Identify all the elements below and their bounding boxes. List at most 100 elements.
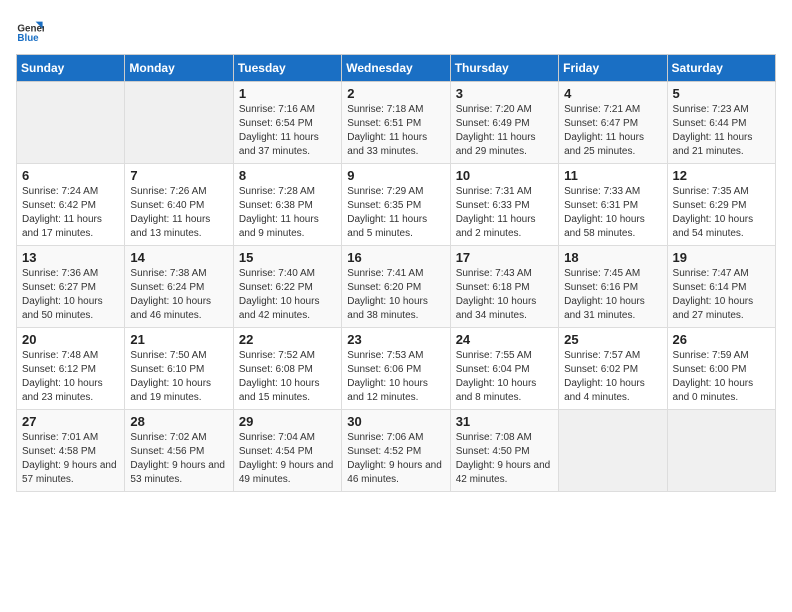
- day-cell: 25 Sunrise: 7:57 AM Sunset: 6:02 PM Dayli…: [559, 328, 667, 410]
- day-cell: 11 Sunrise: 7:33 AM Sunset: 6:31 PM Dayli…: [559, 164, 667, 246]
- day-cell: 22Sunrise: 7:52 AM Sunset: 6:08 PM Dayli…: [233, 328, 341, 410]
- day-number: 11: [564, 168, 661, 183]
- day-number: 18: [564, 250, 661, 265]
- day-number: 17: [456, 250, 553, 265]
- day-number: 8: [239, 168, 336, 183]
- header-cell-friday: Friday: [559, 55, 667, 82]
- day-info: Sunrise: 7:45 AM Sunset: 6:16 PM Dayligh…: [564, 267, 661, 323]
- day-number: 14: [130, 250, 227, 265]
- day-info: Sunrise: 7:06 AM Sunset: 4:52 PM Dayligh…: [347, 431, 444, 487]
- day-cell: 4 Sunrise: 7:21 AM Sunset: 6:47 PM Daylig…: [559, 82, 667, 164]
- header-cell-wednesday: Wednesday: [342, 55, 450, 82]
- day-info: Sunrise: 7:50 AM Sunset: 6:10 PM Dayligh…: [130, 349, 227, 405]
- day-info: Sunrise: 7:36 AM Sunset: 6:27 PM Dayligh…: [22, 267, 119, 323]
- day-cell: 26Sunrise: 7:59 AM Sunset: 6:00 PM Dayli…: [667, 328, 775, 410]
- day-cell: 7 Sunrise: 7:26 AM Sunset: 6:40 PM Daylig…: [125, 164, 233, 246]
- day-number: 9: [347, 168, 444, 183]
- day-number: 4: [564, 86, 661, 101]
- day-cell: 14 Sunrise: 7:38 AM Sunset: 6:24 PM Dayli…: [125, 246, 233, 328]
- day-number: 15: [239, 250, 336, 265]
- day-cell: 13 Sunrise: 7:36 AM Sunset: 6:27 PM Dayli…: [17, 246, 125, 328]
- day-number: 24: [456, 332, 553, 347]
- day-info: Sunrise: 7:18 AM Sunset: 6:51 PM Dayligh…: [347, 103, 444, 159]
- day-number: 31: [456, 414, 553, 429]
- day-info: Sunrise: 7:35 AM Sunset: 6:29 PM Dayligh…: [673, 185, 770, 241]
- week-row-1: 1 Sunrise: 7:16 AM Sunset: 6:54 PM Daylig…: [17, 82, 776, 164]
- day-cell: 3 Sunrise: 7:20 AM Sunset: 6:49 PM Daylig…: [450, 82, 558, 164]
- day-cell: 20 Sunrise: 7:48 AM Sunset: 6:12 PM Dayli…: [17, 328, 125, 410]
- week-row-5: 27Sunrise: 7:01 AM Sunset: 4:58 PM Dayli…: [17, 410, 776, 492]
- header-cell-thursday: Thursday: [450, 55, 558, 82]
- day-info: Sunrise: 7:33 AM Sunset: 6:31 PM Dayligh…: [564, 185, 661, 241]
- day-number: 26: [673, 332, 770, 347]
- day-number: 12: [673, 168, 770, 183]
- day-info: Sunrise: 7:08 AM Sunset: 4:50 PM Dayligh…: [456, 431, 553, 487]
- day-number: 29: [239, 414, 336, 429]
- day-cell: 21 Sunrise: 7:50 AM Sunset: 6:10 PM Dayli…: [125, 328, 233, 410]
- logo-icon: General Blue: [16, 16, 44, 44]
- day-number: 6: [22, 168, 119, 183]
- svg-text:Blue: Blue: [17, 33, 39, 44]
- day-cell: 16 Sunrise: 7:41 AM Sunset: 6:20 PM Dayli…: [342, 246, 450, 328]
- day-cell: [559, 410, 667, 492]
- day-cell: 1 Sunrise: 7:16 AM Sunset: 6:54 PM Daylig…: [233, 82, 341, 164]
- header-cell-tuesday: Tuesday: [233, 55, 341, 82]
- day-cell: 10 Sunrise: 7:31 AM Sunset: 6:33 PM Dayli…: [450, 164, 558, 246]
- day-info: Sunrise: 7:20 AM Sunset: 6:49 PM Dayligh…: [456, 103, 553, 159]
- day-number: 1: [239, 86, 336, 101]
- day-info: Sunrise: 7:29 AM Sunset: 6:35 PM Dayligh…: [347, 185, 444, 241]
- day-cell: 12 Sunrise: 7:35 AM Sunset: 6:29 PM Dayli…: [667, 164, 775, 246]
- day-cell: 24Sunrise: 7:55 AM Sunset: 6:04 PM Dayli…: [450, 328, 558, 410]
- day-info: Sunrise: 7:41 AM Sunset: 6:20 PM Dayligh…: [347, 267, 444, 323]
- day-cell: 17 Sunrise: 7:43 AM Sunset: 6:18 PM Dayli…: [450, 246, 558, 328]
- day-cell: 28Sunrise: 7:02 AM Sunset: 4:56 PM Dayli…: [125, 410, 233, 492]
- day-info: Sunrise: 7:04 AM Sunset: 4:54 PM Dayligh…: [239, 431, 336, 487]
- day-info: Sunrise: 7:53 AM Sunset: 6:06 PM Dayligh…: [347, 349, 444, 405]
- day-cell: 27Sunrise: 7:01 AM Sunset: 4:58 PM Dayli…: [17, 410, 125, 492]
- week-row-4: 20 Sunrise: 7:48 AM Sunset: 6:12 PM Dayli…: [17, 328, 776, 410]
- day-cell: 30 Sunrise: 7:06 AM Sunset: 4:52 PM Dayli…: [342, 410, 450, 492]
- day-number: 3: [456, 86, 553, 101]
- day-cell: 5Sunrise: 7:23 AM Sunset: 6:44 PM Daylig…: [667, 82, 775, 164]
- day-cell: 23 Sunrise: 7:53 AM Sunset: 6:06 PM Dayli…: [342, 328, 450, 410]
- day-info: Sunrise: 7:02 AM Sunset: 4:56 PM Dayligh…: [130, 431, 227, 487]
- header-cell-saturday: Saturday: [667, 55, 775, 82]
- day-number: 22: [239, 332, 336, 347]
- day-number: 19: [673, 250, 770, 265]
- day-number: 21: [130, 332, 227, 347]
- day-info: Sunrise: 7:57 AM Sunset: 6:02 PM Dayligh…: [564, 349, 661, 405]
- day-info: Sunrise: 7:48 AM Sunset: 6:12 PM Dayligh…: [22, 349, 119, 405]
- calendar-table: SundayMondayTuesdayWednesdayThursdayFrid…: [16, 54, 776, 492]
- day-info: Sunrise: 7:23 AM Sunset: 6:44 PM Dayligh…: [673, 103, 770, 159]
- week-row-3: 13 Sunrise: 7:36 AM Sunset: 6:27 PM Dayli…: [17, 246, 776, 328]
- day-number: 23: [347, 332, 444, 347]
- day-info: Sunrise: 7:16 AM Sunset: 6:54 PM Dayligh…: [239, 103, 336, 159]
- day-number: 10: [456, 168, 553, 183]
- day-number: 2: [347, 86, 444, 101]
- day-info: Sunrise: 7:38 AM Sunset: 6:24 PM Dayligh…: [130, 267, 227, 323]
- day-info: Sunrise: 7:26 AM Sunset: 6:40 PM Dayligh…: [130, 185, 227, 241]
- day-info: Sunrise: 7:31 AM Sunset: 6:33 PM Dayligh…: [456, 185, 553, 241]
- day-cell: 8Sunrise: 7:28 AM Sunset: 6:38 PM Daylig…: [233, 164, 341, 246]
- week-row-2: 6 Sunrise: 7:24 AM Sunset: 6:42 PM Daylig…: [17, 164, 776, 246]
- day-number: 16: [347, 250, 444, 265]
- day-info: Sunrise: 7:21 AM Sunset: 6:47 PM Dayligh…: [564, 103, 661, 159]
- header-cell-monday: Monday: [125, 55, 233, 82]
- day-info: Sunrise: 7:47 AM Sunset: 6:14 PM Dayligh…: [673, 267, 770, 323]
- day-info: Sunrise: 7:40 AM Sunset: 6:22 PM Dayligh…: [239, 267, 336, 323]
- header: General Blue: [16, 16, 776, 44]
- day-info: Sunrise: 7:43 AM Sunset: 6:18 PM Dayligh…: [456, 267, 553, 323]
- day-cell: 18 Sunrise: 7:45 AM Sunset: 6:16 PM Dayli…: [559, 246, 667, 328]
- day-number: 20: [22, 332, 119, 347]
- logo: General Blue: [16, 16, 48, 44]
- day-cell: 2 Sunrise: 7:18 AM Sunset: 6:51 PM Daylig…: [342, 82, 450, 164]
- header-row: SundayMondayTuesdayWednesdayThursdayFrid…: [17, 55, 776, 82]
- day-cell: 15 Sunrise: 7:40 AM Sunset: 6:22 PM Dayli…: [233, 246, 341, 328]
- day-number: 25: [564, 332, 661, 347]
- day-number: 13: [22, 250, 119, 265]
- day-cell: 29 Sunrise: 7:04 AM Sunset: 4:54 PM Dayli…: [233, 410, 341, 492]
- day-number: 27: [22, 414, 119, 429]
- day-number: 7: [130, 168, 227, 183]
- day-info: Sunrise: 7:24 AM Sunset: 6:42 PM Dayligh…: [22, 185, 119, 241]
- day-number: 30: [347, 414, 444, 429]
